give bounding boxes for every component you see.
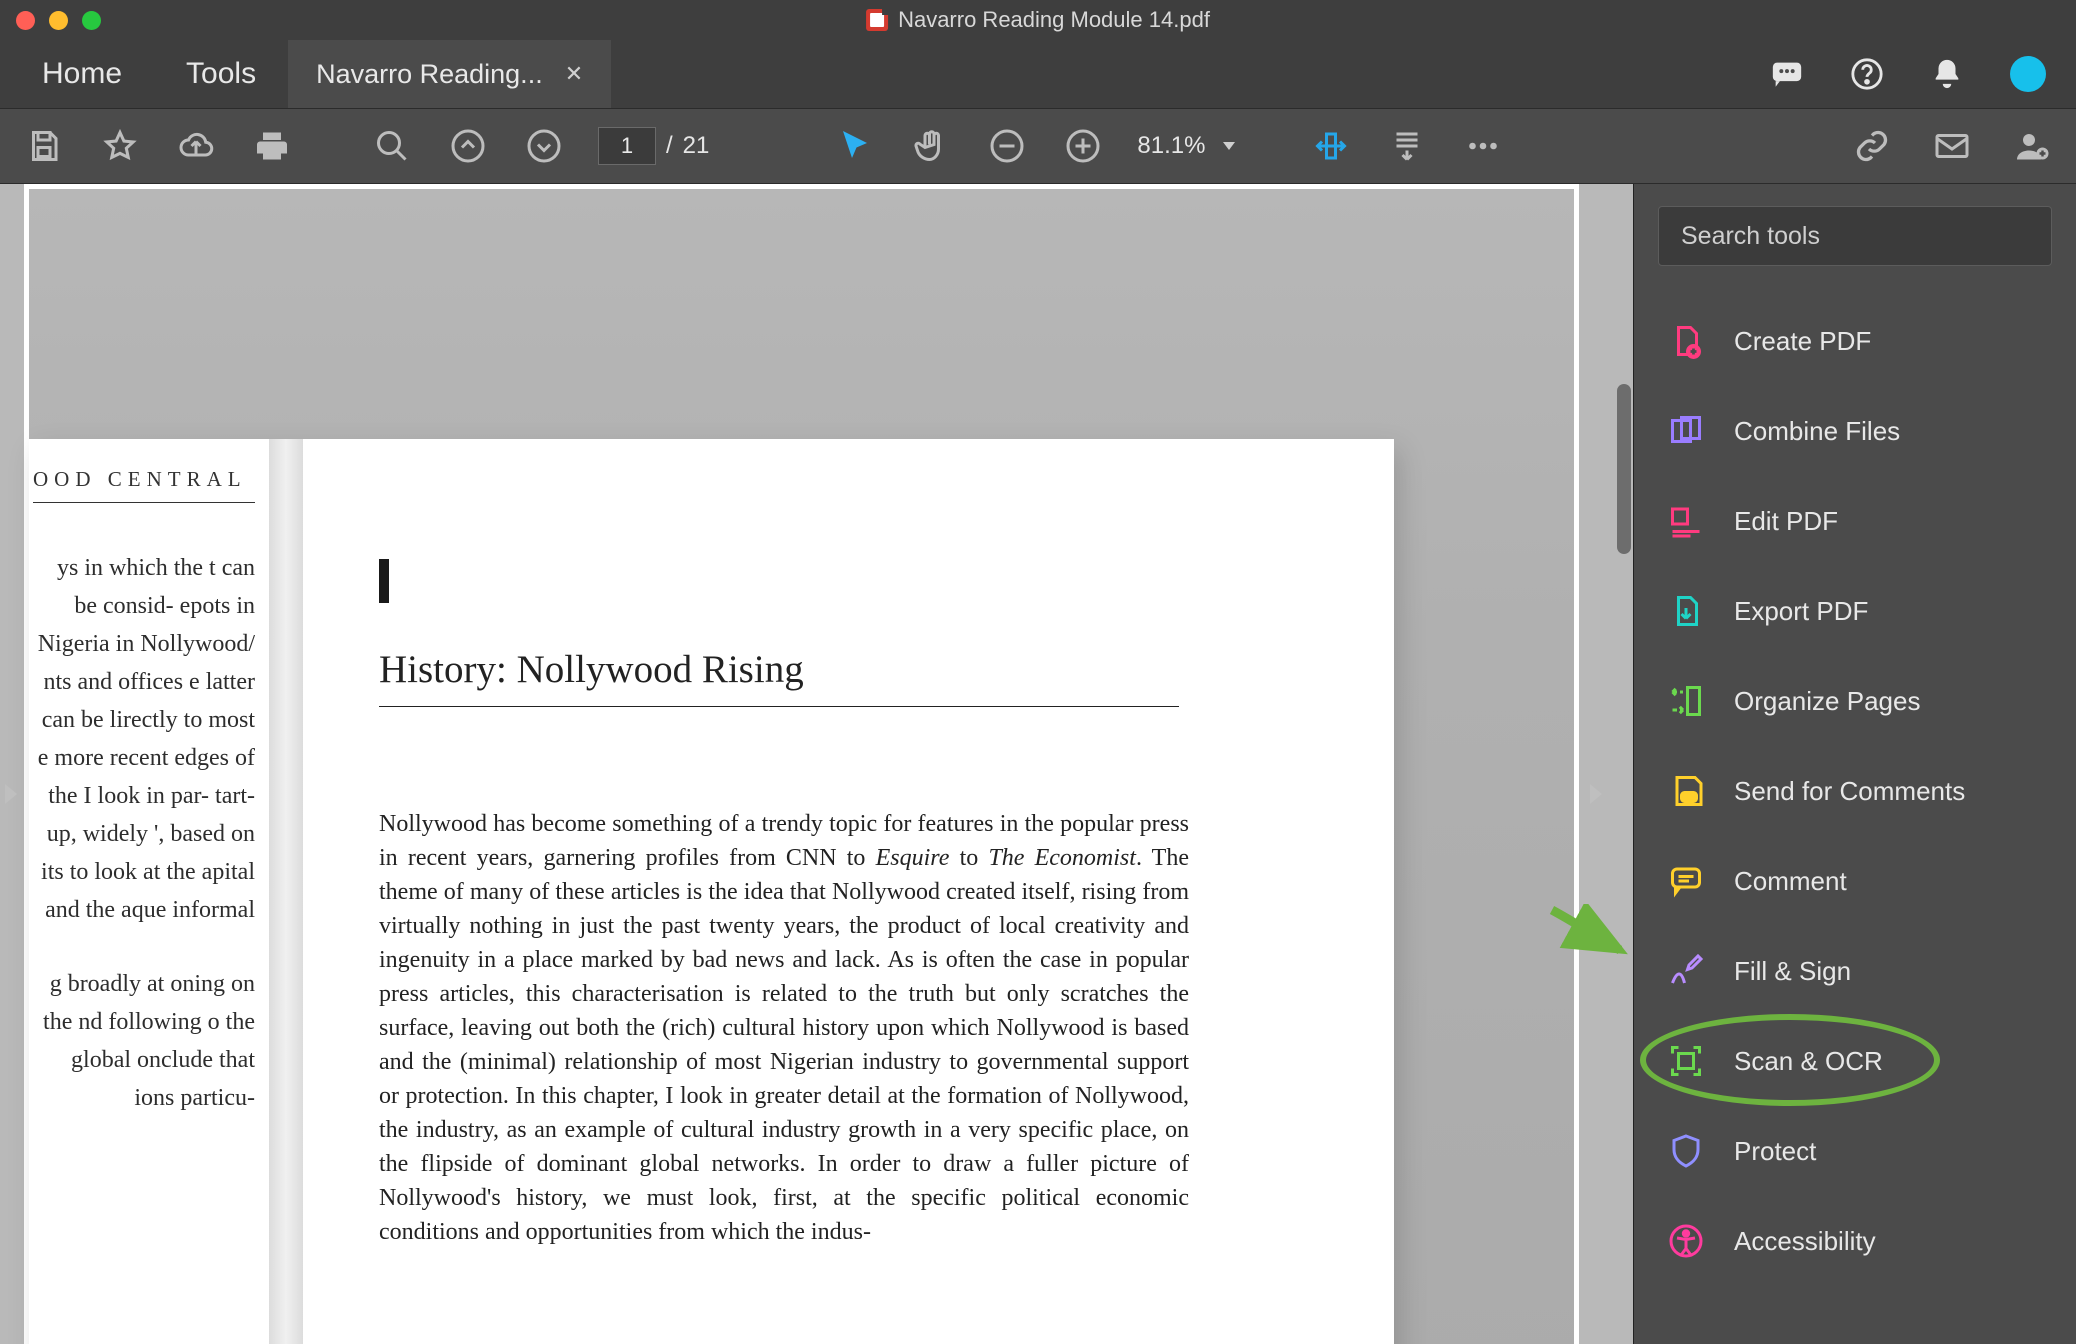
protect-icon [1666,1131,1706,1171]
tab-tools[interactable]: Tools [154,40,288,108]
main-toolbar: 1 / 21 81.1% [0,108,2076,184]
expand-left-panel-icon[interactable] [2,776,20,812]
left-text-a: ys in which the t can be consid- epots i… [33,549,255,929]
notifications-icon[interactable] [1930,57,1964,91]
window-title: Navarro Reading Module 14.pdf [898,7,1210,33]
tools-label: Send for Comments [1734,776,1965,807]
tab-home[interactable]: Home [10,40,154,108]
tools-label: Create PDF [1734,326,1871,357]
tools-item-fill-sign[interactable]: Fill & Sign [1658,926,2052,1016]
window-controls [16,11,101,30]
tools-label: Combine Files [1734,416,1900,447]
book-spread: OOD CENTRAL ys in which the t can be con… [29,439,1394,1344]
print-icon[interactable] [250,124,294,168]
left-text-b: g broadly at oning on the nd following o… [33,965,255,1117]
zoom-out-icon[interactable] [985,124,1029,168]
tools-item-accessibility[interactable]: Accessibility [1658,1196,2052,1286]
tools-label: Scan & OCR [1734,1046,1883,1077]
tools-item-edit-pdf[interactable]: Edit PDF [1658,476,2052,566]
add-person-icon[interactable] [2010,124,2054,168]
tools-item-create-pdf[interactable]: Create PDF [1658,296,2052,386]
hand-tool-icon[interactable] [909,124,953,168]
page-down-icon[interactable] [522,124,566,168]
tools-item-comment[interactable]: Comment [1658,836,2052,926]
tools-item-export-pdf[interactable]: Export PDF [1658,566,2052,656]
cloud-upload-icon[interactable] [174,124,218,168]
tools-panel: Search tools Create PDF Combine Files Ed… [1634,184,2076,1344]
account-avatar[interactable] [2010,56,2046,92]
page-up-icon[interactable] [446,124,490,168]
close-window-button[interactable] [16,11,35,30]
tools-label: Protect [1734,1136,1816,1167]
search-tools-input[interactable]: Search tools [1658,206,2052,266]
document-viewer[interactable]: OOD CENTRAL ys in which the t can be con… [0,184,1634,1344]
zoom-in-icon[interactable] [1061,124,1105,168]
tools-label: Accessibility [1734,1226,1876,1257]
tools-item-send-comments[interactable]: Send for Comments [1658,746,2052,836]
select-tool-icon[interactable] [833,124,877,168]
comments-icon[interactable] [1770,57,1804,91]
fit-width-icon[interactable] [1309,124,1353,168]
organize-pages-icon [1666,681,1706,721]
chevron-down-icon [1223,142,1235,150]
pdf-file-icon [866,9,888,31]
help-icon[interactable] [1850,57,1884,91]
main-area: OOD CENTRAL ys in which the t can be con… [0,184,2076,1344]
page-total: 21 [683,132,710,160]
zoom-dropdown[interactable]: 81.1% [1137,132,1235,160]
tab-document[interactable]: Navarro Reading... ✕ [288,40,611,108]
scan-ocr-icon [1666,1041,1706,1081]
tools-item-protect[interactable]: Protect [1658,1106,2052,1196]
scan-background: OOD CENTRAL ys in which the t can be con… [24,184,1579,1344]
tools-item-scan-ocr[interactable]: Scan & OCR [1658,1016,2052,1106]
email-icon[interactable] [1930,124,1974,168]
book-gutter [269,439,303,1344]
tools-label: Edit PDF [1734,506,1838,537]
combine-files-icon [1666,411,1706,451]
right-page: History: Nollywood Rising Nollywood has … [329,439,1334,1344]
more-tools-icon[interactable] [1461,124,1505,168]
close-tab-icon[interactable]: ✕ [565,61,583,87]
tools-label: Fill & Sign [1734,956,1851,987]
zoom-value: 81.1% [1137,132,1205,160]
save-icon[interactable] [22,124,66,168]
left-page-fragment: OOD CENTRAL ys in which the t can be con… [29,439,269,1344]
tools-label: Organize Pages [1734,686,1920,717]
zoom-window-button[interactable] [82,11,101,30]
tools-item-combine-files[interactable]: Combine Files [1658,386,2052,476]
accessibility-icon [1666,1221,1706,1261]
page-number-input[interactable]: 1 [598,127,656,165]
create-pdf-icon [1666,321,1706,361]
search-icon[interactable] [370,124,414,168]
page-indicator: 1 / 21 [598,127,709,165]
chapter-title: History: Nollywood Rising [379,647,1304,692]
share-link-icon[interactable] [1850,124,1894,168]
tab-strip: Home Tools Navarro Reading... ✕ [0,40,2076,108]
tools-label: Export PDF [1734,596,1868,627]
scrollbar-thumb[interactable] [1617,384,1631,554]
tools-item-organize-pages[interactable]: Organize Pages [1658,656,2052,746]
send-comments-icon [1666,771,1706,811]
body-text: Nollywood has become something of a tren… [379,807,1189,1249]
chapter-number-mark [379,559,389,603]
edit-pdf-icon [1666,501,1706,541]
scroll-mode-icon[interactable] [1385,124,1429,168]
comment-icon [1666,861,1706,901]
tab-document-label: Navarro Reading... [316,59,543,90]
page-sep: / [666,132,673,160]
running-head: OOD CENTRAL [33,467,255,492]
window-titlebar: Navarro Reading Module 14.pdf [0,0,2076,40]
star-icon[interactable] [98,124,142,168]
minimize-window-button[interactable] [49,11,68,30]
export-pdf-icon [1666,591,1706,631]
expand-right-panel-icon[interactable] [1587,776,1605,812]
tools-label: Comment [1734,866,1847,897]
fill-sign-icon [1666,951,1706,991]
